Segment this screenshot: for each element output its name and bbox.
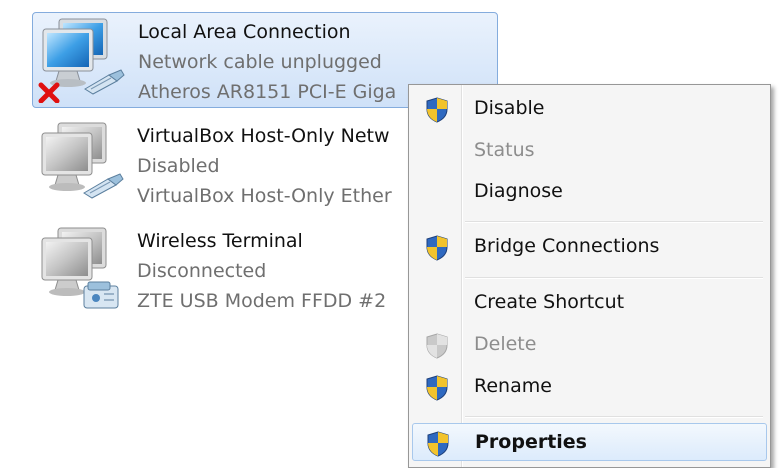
modem-icon <box>83 281 119 309</box>
connection-device: ZTE USB Modem FFDD #2 <box>137 290 387 312</box>
connection-name: VirtualBox Host-Only Netw <box>137 125 390 147</box>
menu-item-status: Status <box>412 132 767 170</box>
menu-item-create-shortcut[interactable]: Create Shortcut <box>412 284 767 322</box>
uac-shield-icon <box>425 97 449 123</box>
menu-item-label: Status <box>474 139 535 161</box>
menu-item-rename[interactable]: Rename <box>412 368 767 406</box>
menu-item-label: Properties <box>475 431 587 453</box>
menu-item-properties[interactable]: Properties <box>412 423 767 461</box>
connection-status: Disconnected <box>137 260 267 282</box>
menu-item-diagnose[interactable]: Diagnose <box>412 173 767 211</box>
menu-separator <box>465 221 763 223</box>
network-adapter-disconnected-icon <box>38 15 125 103</box>
menu-item-label: Create Shortcut <box>474 291 625 313</box>
menu-item-bridge-connections[interactable]: Bridge Connections <box>412 228 767 266</box>
menu-item-disable[interactable]: Disable <box>412 90 767 128</box>
connection-status: Disabled <box>137 155 220 177</box>
menu-item-label: Delete <box>474 333 537 355</box>
uac-shield-icon <box>425 375 449 401</box>
connection-device: VirtualBox Host-Only Ether <box>137 185 392 207</box>
menu-item-label: Disable <box>474 97 545 119</box>
connection-device: Atheros AR8151 PCI-E Giga <box>138 81 397 103</box>
menu-item-delete: Delete <box>412 326 767 364</box>
uac-shield-disabled-icon <box>425 333 449 359</box>
menu-item-label: Bridge Connections <box>474 235 660 257</box>
menu-separator <box>465 416 763 418</box>
context-menu: Disable Status Diagnose Bridge Connectio… <box>408 84 771 468</box>
connection-name: Local Area Connection <box>138 21 351 43</box>
menu-item-label: Diagnose <box>474 180 563 202</box>
menu-separator <box>465 277 763 279</box>
network-adapter-disabled-icon <box>36 119 124 199</box>
menu-item-label: Rename <box>474 375 552 397</box>
connection-status: Network cable unplugged <box>138 51 382 73</box>
modem-adapter-icon <box>36 224 119 309</box>
red-x-icon <box>38 82 60 103</box>
uac-shield-icon <box>425 235 449 261</box>
connection-name: Wireless Terminal <box>137 230 303 252</box>
uac-shield-icon <box>426 431 450 457</box>
